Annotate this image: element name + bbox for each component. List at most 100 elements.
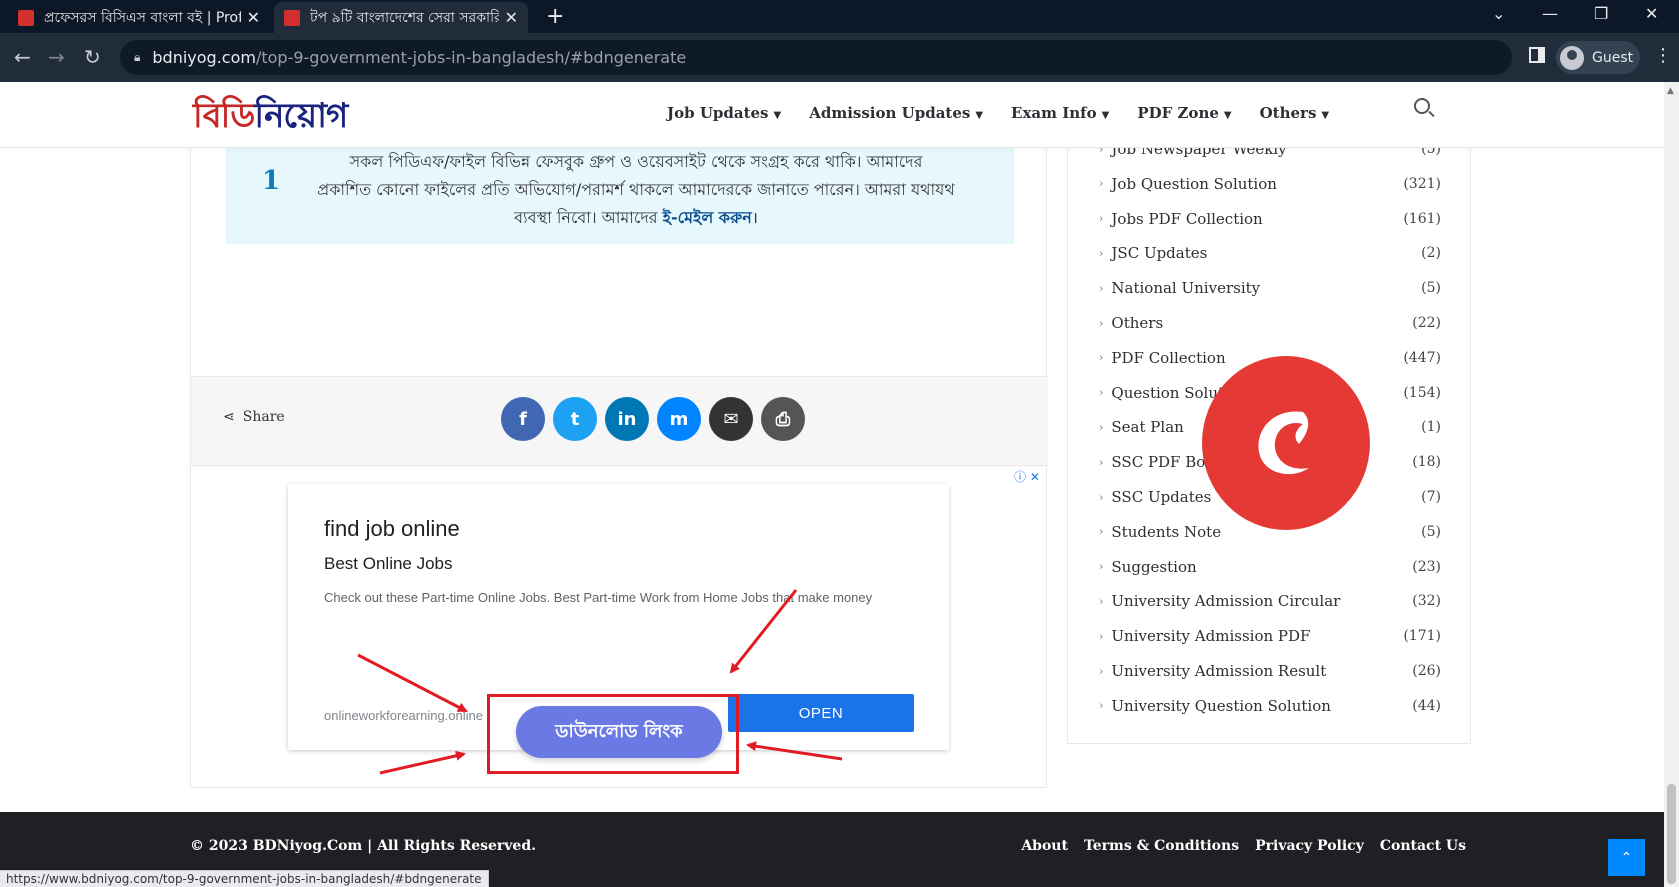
messenger-icon: m	[669, 408, 689, 430]
scrollbar-thumb[interactable]	[1667, 784, 1676, 884]
nav-pdf-zone[interactable]: PDF Zone ▼	[1137, 104, 1231, 122]
category-item[interactable]: › Suggestion (23)	[1099, 553, 1441, 581]
category-name: University Admission Result	[1111, 662, 1327, 680]
twitter-share-button[interactable]: t	[553, 397, 597, 441]
notice-line-text: ব্যবস্থা নিবো। আমাদের	[514, 208, 663, 227]
ad-subtitle: Best Online Jobs	[324, 554, 453, 573]
category-count: (18)	[1412, 454, 1441, 471]
nav-admission-updates[interactable]: Admission Updates ▼	[809, 104, 983, 122]
email-link[interactable]: ই-মেইল করুন	[663, 208, 752, 227]
category-count: (171)	[1403, 628, 1441, 645]
category-item[interactable]: › National University (5)	[1099, 274, 1441, 302]
copyright-text: © 2023 BDNiyog.Com | All Rights Reserved…	[190, 838, 537, 854]
nav-label: PDF Zone	[1137, 104, 1219, 122]
ad-url[interactable]: onlineworkforearning.online	[324, 708, 483, 723]
lock-icon: 🔒︎	[134, 50, 141, 64]
nav-others[interactable]: Others ▼	[1260, 104, 1330, 122]
floating-logo-badge[interactable]	[1202, 356, 1370, 530]
chevron-right-icon: ›	[1099, 490, 1104, 504]
linkedin-share-button[interactable]: in	[605, 397, 649, 441]
category-item[interactable]: › Job Question Solution (321)	[1099, 170, 1441, 198]
facebook-share-button[interactable]: f	[501, 397, 545, 441]
chevron-up-icon: ⌃	[1620, 849, 1633, 866]
footer-link-contact[interactable]: Contact Us	[1380, 838, 1466, 854]
share-bar: ⋖ Share f t in m ✉ ⎙	[191, 376, 1048, 466]
category-name: Suggestion	[1111, 557, 1197, 576]
nav-label: Admission Updates	[809, 104, 971, 122]
share-label: ⋖ Share	[223, 409, 285, 425]
notice-box: 1 সকল পিডিএফ/ফাইল বিভিন্ন ফেসবুক গ্রুপ ও…	[226, 148, 1014, 244]
category-name: University Admission PDF	[1111, 627, 1311, 646]
linkedin-icon: in	[617, 408, 637, 430]
category-name: University Question Solution	[1111, 696, 1331, 715]
category-item[interactable]: › Jobs PDF Collection (161)	[1099, 205, 1441, 233]
category-item[interactable]: › University Question Solution (44)	[1099, 692, 1441, 720]
browser-tab-professors[interactable]: প্রফেসরস বিসিএস বাংলা বই | Prof ✕	[8, 2, 270, 33]
footer-link-terms[interactable]: Terms & Conditions	[1084, 838, 1239, 854]
category-name: Others	[1111, 314, 1164, 332]
category-count: (23)	[1412, 558, 1441, 575]
back-arrow-icon[interactable]: ←	[14, 45, 31, 69]
chevron-right-icon: ›	[1099, 594, 1104, 608]
profile-label: Guest	[1592, 49, 1634, 66]
window-close-icon[interactable]: ✕	[1645, 4, 1658, 23]
category-count: (161)	[1403, 210, 1441, 227]
email-share-button[interactable]: ✉	[709, 397, 753, 441]
search-icon[interactable]	[1414, 98, 1430, 114]
ad-description: Check out these Part-time Online Jobs. B…	[324, 590, 873, 605]
restore-icon[interactable]: ❐	[1594, 4, 1608, 23]
caret-down-icon: ▼	[1101, 110, 1110, 121]
new-tab-button[interactable]: +	[546, 4, 564, 29]
web-page: 1 সকল পিডিএফ/ফাইল বিভিন্ন ফেসবুক গ্রুপ ও…	[0, 82, 1664, 887]
minimize-icon[interactable]: —	[1542, 4, 1558, 23]
print-button[interactable]: ⎙	[761, 397, 805, 441]
reload-icon[interactable]: ↻	[84, 45, 101, 69]
nav-label: Job Updates	[667, 104, 769, 122]
category-count: (321)	[1403, 175, 1441, 192]
chevron-right-icon: ›	[1099, 664, 1104, 678]
category-name: Jobs PDF Collection	[1111, 209, 1263, 228]
category-item[interactable]: › Others (22)	[1099, 309, 1441, 337]
browser-tab-bar: প্রফেসরস বিসিএস বাংলা বই | Prof ✕ টপ ৯টি…	[0, 0, 1679, 33]
profile-button[interactable]: Guest	[1556, 41, 1640, 74]
printer-icon: ⎙	[775, 408, 791, 430]
tab-search-icon[interactable]: ⌄	[1492, 4, 1505, 23]
main-nav: Job Updates ▼ Admission Updates ▼ Exam Inf…	[667, 104, 1329, 122]
category-item[interactable]: › JSC Updates (2)	[1099, 239, 1441, 267]
logo-text-part2: নিয়োগ	[254, 96, 348, 136]
page-scrollbar[interactable]: ▲	[1664, 82, 1679, 887]
favicon-icon	[284, 9, 300, 26]
nav-label: Others	[1259, 104, 1317, 122]
notice-line: ব্যবস্থা নিবো। আমাদের ই-মেইল করুন।	[306, 204, 966, 232]
close-tab-icon[interactable]: ✕	[247, 8, 260, 27]
browser-tab-bdniyog[interactable]: টপ ৯টি বাংলাদেশের সেরা সরকারি ✕	[274, 2, 528, 33]
site-header: বিডিনিয়োগ Job Updates ▼ Admission Update…	[0, 82, 1664, 148]
nav-exam-info[interactable]: Exam Info ▼	[1011, 104, 1109, 122]
address-bar[interactable]: 🔒︎ bdniyog.com/top-9-government-jobs-in-…	[120, 40, 1512, 75]
messenger-share-button[interactable]: m	[657, 397, 701, 441]
category-item[interactable]: › University Admission PDF (171)	[1099, 622, 1441, 650]
forward-arrow-icon[interactable]: →	[48, 45, 65, 69]
ad-open-button[interactable]: OPEN	[728, 694, 914, 732]
category-name: JSC Updates	[1111, 244, 1208, 263]
close-tab-icon[interactable]: ✕	[505, 8, 518, 27]
nav-job-updates[interactable]: Job Updates ▼	[667, 104, 781, 122]
caret-down-icon: ▼	[1321, 110, 1330, 121]
favicon-icon	[18, 9, 34, 26]
category-count: (447)	[1403, 349, 1441, 366]
category-item[interactable]: › University Admission Circular (32)	[1099, 587, 1441, 615]
footer-link-privacy[interactable]: Privacy Policy	[1255, 838, 1364, 854]
category-item[interactable]: › University Admission Result (26)	[1099, 657, 1441, 685]
ad-title[interactable]: find job online	[324, 516, 460, 542]
scroll-up-icon[interactable]: ▲	[1667, 86, 1674, 96]
caret-down-icon: ▼	[773, 110, 782, 121]
site-logo[interactable]: বিডিনিয়োগ	[193, 90, 348, 147]
side-panel-icon[interactable]	[1529, 47, 1545, 63]
browser-toolbar: ← → ↻ 🔒︎ bdniyog.com/top-9-government-jo…	[0, 33, 1679, 82]
browser-menu-icon[interactable]: ⋮	[1654, 45, 1672, 66]
envelope-icon: ✉	[723, 408, 739, 430]
download-link-button[interactable]: ডাউনলোড লিংক	[516, 706, 722, 758]
footer-link-about[interactable]: About	[1021, 838, 1068, 854]
adchoices-icon[interactable]: ⓘ ✕	[1014, 468, 1040, 485]
back-to-top-button[interactable]: ⌃	[1608, 839, 1645, 876]
